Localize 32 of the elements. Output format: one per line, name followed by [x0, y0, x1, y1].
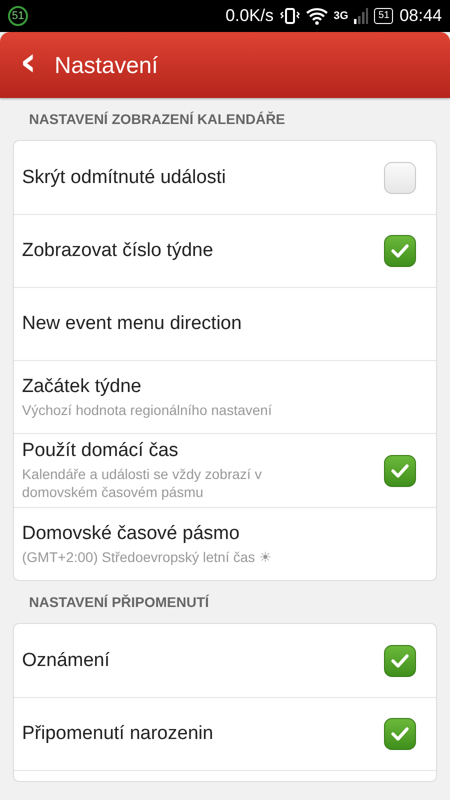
section-header: NASTAVENÍ ZOBRAZENÍ KALENDÁŘE — [28, 110, 286, 129]
setting-title[interactable]: Připomenutí narozenin — [22, 723, 384, 745]
setting-title[interactable]: New event menu direction — [22, 313, 416, 335]
network-type: 3G — [334, 10, 348, 22]
checkbox[interactable] — [384, 718, 416, 750]
checkbox[interactable] — [384, 454, 416, 486]
screen-title: Nastavení — [54, 52, 158, 78]
back-button[interactable]: ‹ — [16, 42, 40, 82]
checkbox[interactable] — [384, 162, 416, 194]
setting-title[interactable]: Oznámení — [22, 650, 384, 672]
wifi-icon — [306, 7, 328, 25]
setting-title[interactable]: Použít domácí čas — [22, 440, 384, 462]
network-speed: 0.0K/s — [225, 6, 274, 26]
battery-indicator: 51 — [374, 8, 394, 24]
setting-title[interactable]: Domovské časové pásmo — [22, 522, 416, 544]
section-header: NASTAVENÍ PŘIPOMENUTÍ — [28, 593, 210, 612]
check-icon — [390, 243, 410, 259]
setting-title[interactable]: Zobrazovat číslo týdne — [22, 240, 384, 262]
checkbox[interactable] — [384, 644, 416, 676]
check-icon — [390, 726, 410, 742]
setting-description: (GMT+2:00) Středoevropský letní čas ☀ — [22, 548, 273, 566]
signal-icon — [354, 8, 368, 24]
setting-description: Výchozí hodnota regionálního nastavení — [22, 400, 273, 418]
clock: 08:44 — [399, 6, 442, 26]
vibrate-icon — [280, 7, 300, 25]
checkbox[interactable] — [384, 235, 416, 267]
check-icon — [390, 462, 410, 478]
setting-title[interactable]: Skrýt odmítnuté události — [22, 166, 384, 188]
setting-title[interactable]: Začátek týdne — [22, 376, 416, 398]
notification-badge: 51 — [8, 6, 28, 26]
setting-description: Kalendáře a události se vždy zobrazí v domovském časovém pásmu — [22, 465, 263, 501]
check-icon — [390, 652, 410, 668]
